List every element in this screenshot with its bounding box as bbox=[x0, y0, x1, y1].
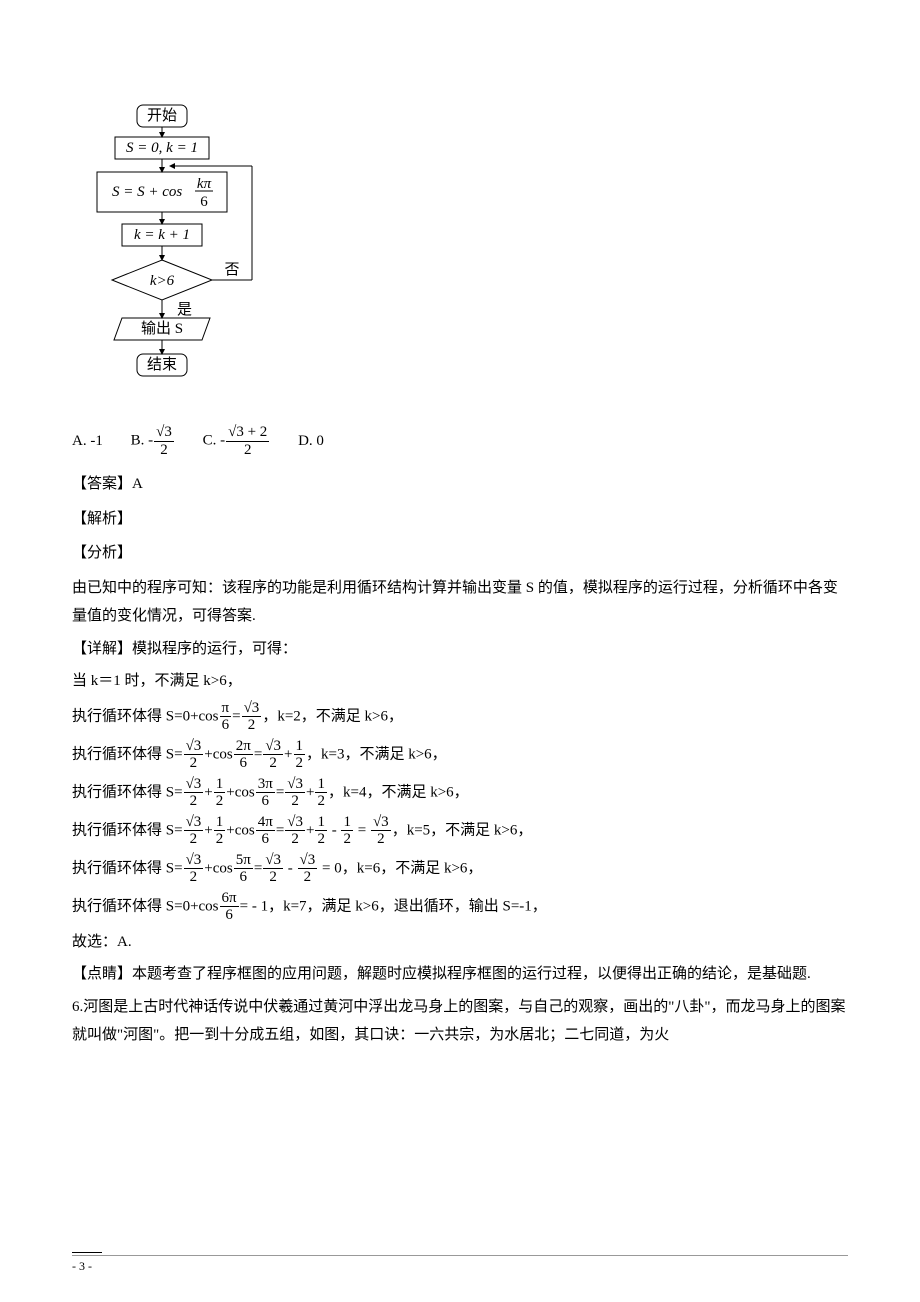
option-a: A. -1 bbox=[72, 427, 103, 456]
svg-text:S = 0, k = 1: S = 0, k = 1 bbox=[126, 140, 198, 156]
loop-line-4: 执行循环体得 S=√32+12+cos4π6=√32+12 - 12 = √32… bbox=[72, 814, 848, 848]
flow-init-text: S = 0, k = 1 bbox=[126, 140, 198, 156]
flow-step2-text: k = k + 1 bbox=[134, 227, 190, 243]
flowchart-svg: 开始 S = 0, k = 1 S = S + cos kπ 6 k = k +… bbox=[82, 100, 292, 410]
flowchart: 开始 S = 0, k = 1 S = S + cos kπ 6 k = k +… bbox=[82, 100, 848, 410]
step-k1: 当 k＝1 时，不满足 k>6， bbox=[72, 667, 848, 696]
flow-no: 否 bbox=[224, 262, 239, 278]
xiangjie-label: 【详解】模拟程序的运行，可得： bbox=[72, 635, 848, 664]
answer-label: 【答案】A bbox=[72, 470, 848, 499]
fenxi-text: 由已知中的程序可知：该程序的功能是利用循环结构计算并输出变量 S 的值，模拟程序… bbox=[72, 574, 848, 631]
flow-yes: 是 bbox=[177, 302, 192, 318]
option-c: C. -√3 + 22 bbox=[203, 424, 271, 458]
flow-end-text: 结束 bbox=[147, 356, 177, 373]
option-d: D. 0 bbox=[298, 427, 324, 456]
jiexi-label: 【解析】 bbox=[72, 505, 848, 534]
option-b: B. -√32 bbox=[131, 424, 175, 458]
flow-out-text: 输出 S bbox=[141, 320, 183, 337]
svg-text:k = k + 1: k = k + 1 bbox=[134, 227, 190, 243]
guxuan: 故选：A. bbox=[72, 928, 848, 957]
footer-separator bbox=[72, 1255, 848, 1256]
flow-den6: 6 bbox=[200, 194, 208, 210]
loop-line-3: 执行循环体得 S=√32+12+cos3π6=√32+12，k=4，不满足 k>… bbox=[72, 776, 848, 810]
loop-line-6: 执行循环体得 S=0+cos6π6= - 1，k=7，满足 k>6，退出循环，输… bbox=[72, 890, 848, 924]
svg-text:k>6: k>6 bbox=[150, 273, 175, 289]
question-6: 6.河图是上古时代神话传说中伏羲通过黄河中浮出龙马身上的图案，与自己的观察，画出… bbox=[72, 993, 848, 1050]
svg-text:S = S + cos: S = S + cos bbox=[112, 184, 182, 200]
loop-line-2: 执行循环体得 S=√32+cos2π6=√32+12，k=3，不满足 k>6， bbox=[72, 738, 848, 772]
flow-step1-text: S = S + cos bbox=[112, 184, 182, 200]
fenxi-label: 【分析】 bbox=[72, 539, 848, 568]
svg-text:kπ: kπ bbox=[197, 176, 212, 192]
answer-options: A. -1 B. -√32 C. -√3 + 22 D. 0 bbox=[72, 424, 848, 458]
loop-line-5: 执行循环体得 S=√32+cos5π6=√32 - √32 = 0，k=6，不满… bbox=[72, 852, 848, 886]
dianjing: 【点睛】本题考查了程序框图的应用问题，解题时应模拟程序框图的运行过程，以便得出正… bbox=[72, 960, 848, 989]
svg-text:输出 S: 输出 S bbox=[141, 320, 183, 337]
flow-cond-text: k>6 bbox=[150, 273, 175, 289]
page-number: - 3 - bbox=[72, 1252, 102, 1278]
loop-line-1: 执行循环体得 S=0+cosπ6=√32，k=2，不满足 k>6， bbox=[72, 700, 848, 734]
flow-start-text: 开始 bbox=[147, 107, 177, 124]
flow-kpi: kπ bbox=[197, 176, 212, 192]
page-container: 开始 S = 0, k = 1 S = S + cos kπ 6 k = k +… bbox=[0, 0, 920, 1302]
